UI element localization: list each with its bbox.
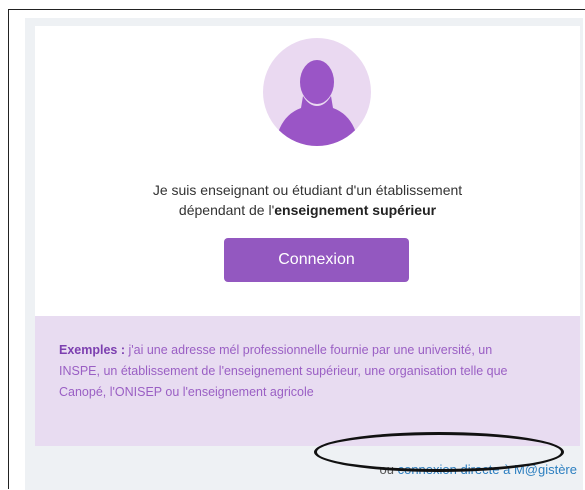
examples-text: j'ai une adresse mél professionnelle fou… <box>59 343 508 399</box>
intro-line-2-bold: enseignement supérieur <box>274 202 437 218</box>
connexion-button[interactable]: Connexion <box>224 238 409 282</box>
login-panel: Je suis enseignant ou étudiant d'un étab… <box>25 18 583 490</box>
examples-label: Exemples : <box>59 343 126 357</box>
intro-line-2: dépendant de l'enseignement supérieur <box>35 200 580 220</box>
user-silhouette-icon <box>263 38 371 146</box>
page-frame: Je suis enseignant ou étudiant d'un étab… <box>8 9 585 490</box>
intro-text: Je suis enseignant ou étudiant d'un étab… <box>35 180 580 220</box>
examples-box: Exemples : j'ai une adresse mél professi… <box>35 316 580 446</box>
intro-line-1: Je suis enseignant ou étudiant d'un étab… <box>152 182 463 198</box>
direct-login-row: ou connexion directe à M@gistère <box>25 460 583 480</box>
login-card: Je suis enseignant ou étudiant d'un étab… <box>35 26 580 316</box>
direct-login-link[interactable]: connexion directe à M@gistère <box>398 462 577 477</box>
intro-line-2-prefix: dépendant de l' <box>178 202 275 218</box>
direct-login-prefix: ou <box>379 462 398 477</box>
